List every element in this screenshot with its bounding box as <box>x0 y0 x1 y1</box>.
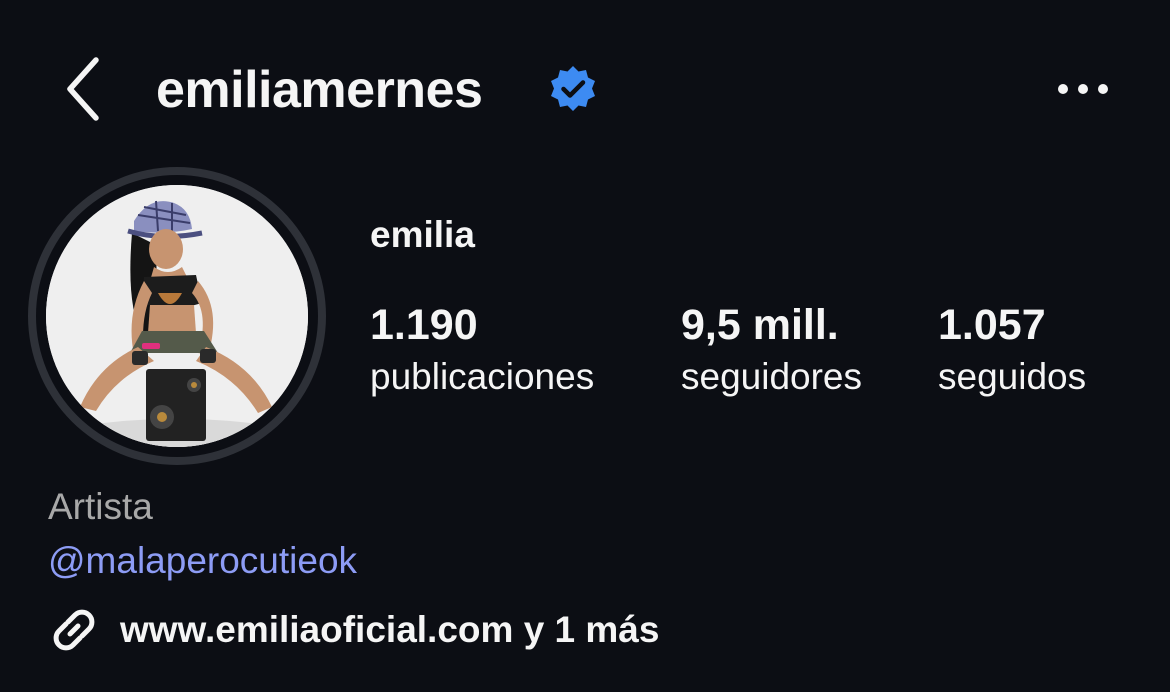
profile-display-name: emilia <box>370 214 475 255</box>
external-link-text: www.emiliaoficial.com y 1 más <box>120 609 660 650</box>
avatar-story-ring[interactable] <box>28 167 326 465</box>
stat-posts[interactable]: 1.190 publicaciones <box>370 300 594 400</box>
stat-following-count: 1.057 <box>938 301 1046 349</box>
external-link[interactable]: www.emiliaoficial.com y 1 más <box>48 604 659 656</box>
bio-mention-link[interactable]: @malaperocutieok <box>48 538 357 584</box>
verified-badge-icon <box>551 66 595 111</box>
stat-followers[interactable]: 9,5 mill. seguidores <box>681 300 862 400</box>
stat-posts-label: publicaciones <box>370 356 595 397</box>
stat-following-label: seguidos <box>938 356 1087 397</box>
stat-posts-count: 1.190 <box>370 301 478 349</box>
profile-category: Artista <box>48 486 153 527</box>
stat-followers-count: 9,5 mill. <box>681 301 839 349</box>
profile-photo <box>46 185 308 447</box>
more-horizontal-icon <box>1058 84 1108 94</box>
link-icon <box>53 609 95 651</box>
chevron-left-icon <box>67 57 99 121</box>
stat-followers-label: seguidores <box>681 356 863 397</box>
more-options-button[interactable] <box>1050 72 1116 106</box>
back-button[interactable] <box>52 52 116 126</box>
profile-username: emiliamernes <box>156 61 483 119</box>
stat-following[interactable]: 1.057 seguidos <box>938 300 1086 400</box>
avatar-frame <box>36 175 318 457</box>
avatar[interactable] <box>46 185 308 447</box>
